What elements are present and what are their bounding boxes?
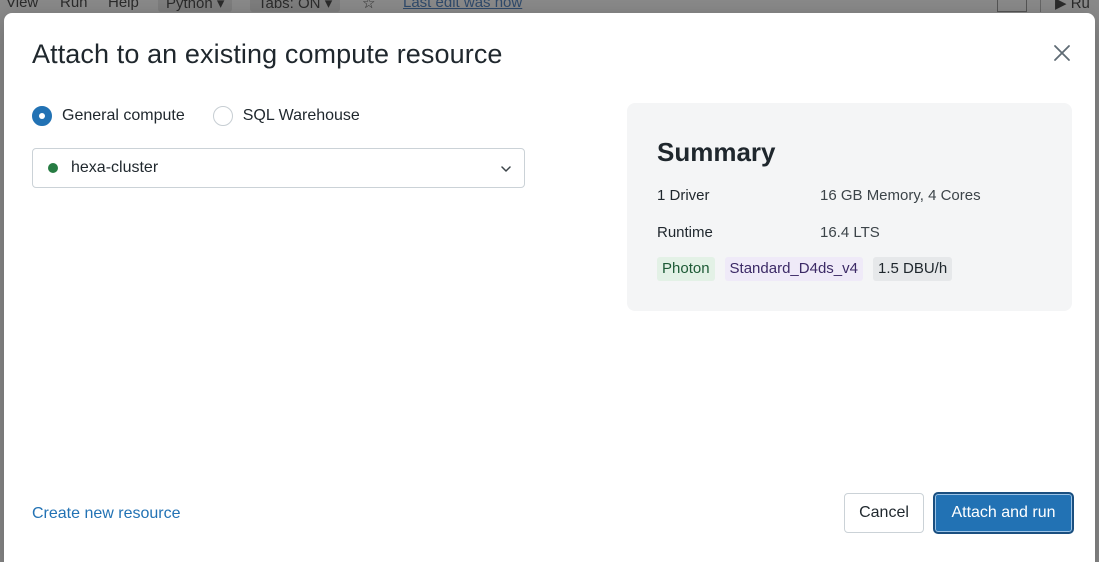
attach-and-run-button[interactable]: Attach and run <box>933 492 1074 534</box>
last-edit-link: Last edit was now <box>403 0 523 11</box>
menu-view: View <box>6 0 39 11</box>
radio-sql-warehouse-indicator[interactable] <box>212 106 233 126</box>
radio-general-compute-label: General compute <box>62 107 185 124</box>
close-icon <box>1054 45 1070 61</box>
star-icon: ☆ <box>362 0 376 12</box>
cancel-button[interactable]: Cancel <box>844 493 924 533</box>
tag-dbu-rate: 1.5 DBU/h <box>872 257 953 281</box>
background-right-edge <box>1095 0 1099 562</box>
radio-general-compute[interactable]: General compute <box>32 106 185 126</box>
driver-label: 1 Driver <box>657 187 710 204</box>
driver-value: 16 GB Memory, 4 Cores <box>820 187 981 204</box>
tag-instance-type: Standard_D4ds_v4 <box>724 257 863 281</box>
running-status-dot <box>48 163 58 173</box>
tag-photon: Photon <box>657 257 715 281</box>
runtime-label: Runtime <box>657 224 713 241</box>
close-button[interactable] <box>1050 41 1074 65</box>
chevron-down-icon <box>501 166 511 172</box>
runtime-value: 16.4 LTS <box>820 224 880 241</box>
menu-help: Help <box>108 0 139 11</box>
dialog-title: Attach to an existing compute resource <box>32 39 503 69</box>
attach-compute-dialog: Attach to an existing compute resource G… <box>4 13 1095 562</box>
menu-run: Run <box>60 0 88 11</box>
run-button-bg: ▶ Ru <box>1040 0 1099 12</box>
radio-general-compute-indicator[interactable] <box>32 106 52 126</box>
language-chip: Python ▾ <box>158 0 233 12</box>
tabs-chip: Tabs: ON ▾ <box>250 0 341 12</box>
summary-title: Summary <box>657 137 776 167</box>
compute-type-radio-group: General compute SQL Warehouse <box>32 105 388 127</box>
compute-select[interactable]: hexa-cluster <box>32 148 525 188</box>
summary-panel: Summary 1 Driver 16 GB Memory, 4 Cores R… <box>627 103 1072 311</box>
create-new-resource-link[interactable]: Create new resource <box>32 505 181 523</box>
radio-sql-warehouse-label: SQL Warehouse <box>242 107 360 124</box>
radio-sql-warehouse[interactable]: SQL Warehouse <box>212 106 360 126</box>
selected-compute-value: hexa-cluster <box>71 159 159 176</box>
layout-icon <box>997 0 1027 12</box>
summary-tags: Photon Standard_D4ds_v4 1.5 DBU/h <box>657 257 962 281</box>
